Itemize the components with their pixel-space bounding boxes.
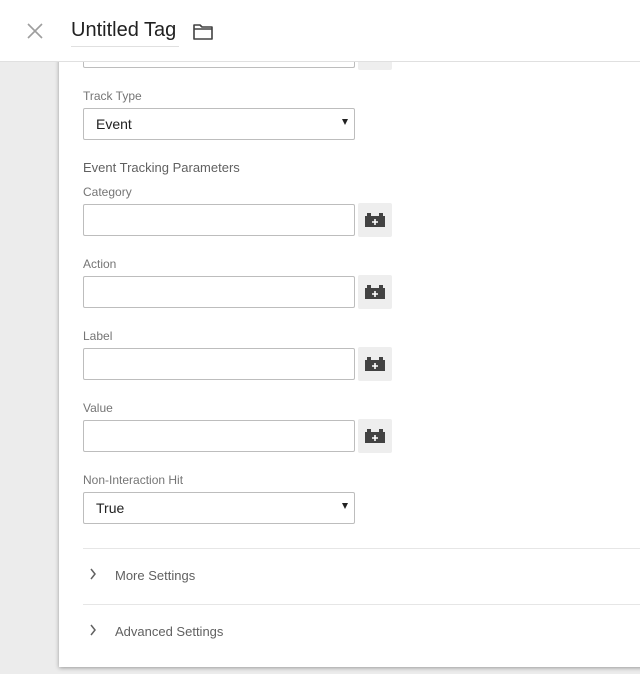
value-variable-button[interactable] [358, 419, 392, 453]
close-button[interactable] [24, 20, 46, 42]
tag-title[interactable]: Untitled Tag [71, 19, 176, 42]
action-input[interactable] [83, 276, 355, 308]
non-interaction-hit-select[interactable]: True [83, 492, 355, 524]
variable-picker-icon [365, 213, 385, 227]
non-interaction-hit-value: True [96, 500, 125, 516]
tag-editor-header: Untitled Tag [0, 0, 640, 62]
variable-picker-icon [365, 285, 385, 299]
variable-picker-icon [365, 357, 385, 371]
action-label: Action [83, 257, 117, 271]
chevron-right-icon [90, 568, 96, 580]
folder-button[interactable] [192, 22, 214, 42]
advanced-settings-label: Advanced Settings [115, 624, 224, 639]
action-variable-button[interactable] [358, 275, 392, 309]
label-variable-button[interactable] [358, 347, 392, 381]
folder-icon [193, 24, 213, 40]
label-field-label: Label [83, 329, 113, 343]
divider [83, 548, 640, 549]
non-interaction-hit-label: Non-Interaction Hit [83, 473, 184, 487]
close-icon [27, 23, 43, 39]
category-variable-button[interactable] [358, 203, 392, 237]
title-underline [71, 46, 179, 47]
advanced-settings-expander[interactable]: Advanced Settings [83, 617, 640, 645]
value-label: Value [83, 401, 113, 415]
category-input[interactable] [83, 204, 355, 236]
divider [83, 604, 640, 605]
dropdown-arrow-icon [342, 119, 348, 125]
more-settings-label: More Settings [115, 568, 196, 583]
variable-picker-icon [365, 429, 385, 443]
more-settings-expander[interactable]: More Settings [83, 561, 640, 589]
track-type-value: Event [96, 116, 132, 132]
chevron-right-icon [90, 624, 96, 636]
track-type-select[interactable]: Event [83, 108, 355, 140]
value-input[interactable] [83, 420, 355, 452]
dropdown-arrow-icon [342, 503, 348, 509]
event-tracking-parameters-title: Event Tracking Parameters [83, 160, 240, 175]
label-input[interactable] [83, 348, 355, 380]
category-label: Category [83, 185, 132, 199]
track-type-label: Track Type [83, 89, 142, 103]
